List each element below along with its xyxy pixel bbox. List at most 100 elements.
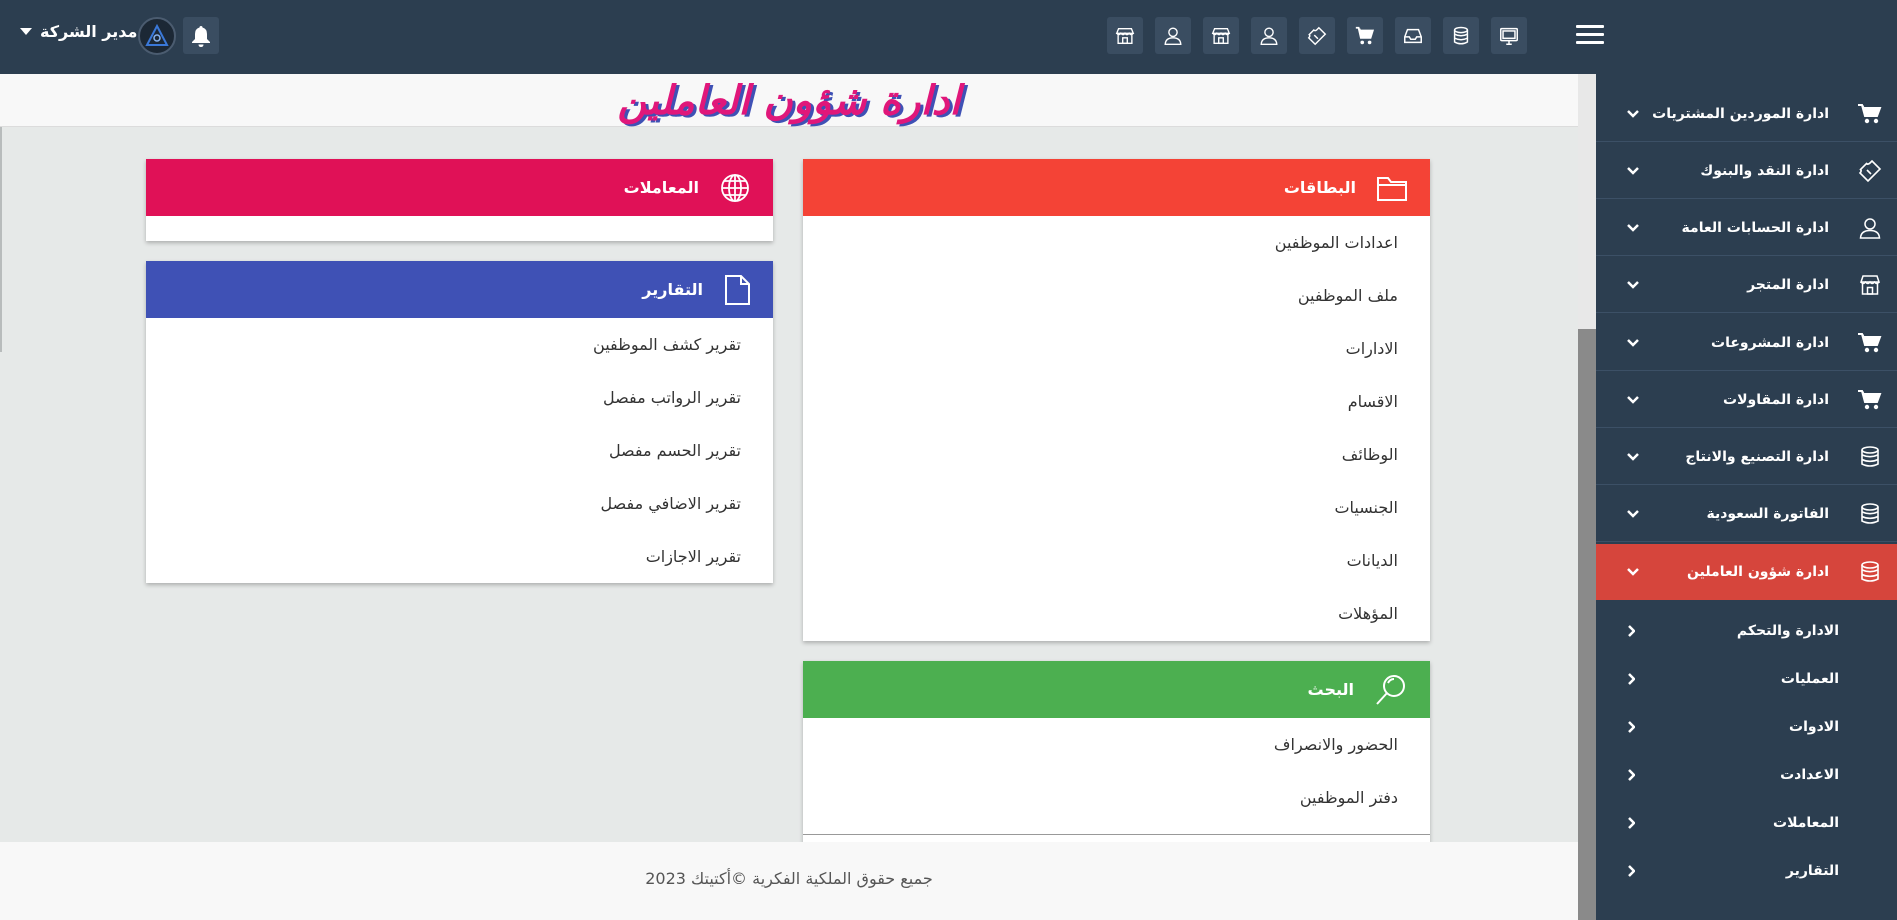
chevron-right-icon <box>1628 625 1635 637</box>
panel-search-title: البحث <box>1307 680 1355 699</box>
panel-search-header: البحث <box>803 661 1430 718</box>
page-title: ادارة شؤون العاملين <box>617 78 961 124</box>
store-icon[interactable] <box>1107 17 1143 54</box>
sidebar-item-label: الفاتورة السعودية <box>1706 506 1829 522</box>
sidebar-subitem-reports[interactable]: التقارير <box>1596 847 1897 895</box>
scrollbar[interactable] <box>1578 74 1596 920</box>
database-icon[interactable] <box>1443 17 1479 54</box>
caret-down-icon <box>20 28 32 35</box>
copyright-text: جميع حقوق الملكية الفكرية ©أكتيتك 2023 <box>645 869 933 888</box>
sidebar-item-label: ادارة المقاولات <box>1723 392 1829 408</box>
list-item[interactable]: تقرير الرواتب مفصل <box>146 371 773 424</box>
sidebar-subitem-settings[interactable]: الاعدادت <box>1596 751 1897 799</box>
sidebar-subitem-label: الاعدادت <box>1780 767 1839 783</box>
scrollbar-thumb[interactable] <box>1578 329 1596 920</box>
sidebar-subitem-operations[interactable]: العمليات <box>1596 655 1897 703</box>
sidebar-item-label: ادارة النقد والبنوك <box>1700 163 1829 179</box>
list-item[interactable]: الحضور والانصراف <box>803 718 1430 771</box>
top-bar: مدير الشركة <box>0 0 1897 74</box>
cart-icon <box>1858 104 1882 124</box>
sidebar: ادارة الموردين المشتريات ادارة النقد وال… <box>1596 74 1897 920</box>
globe-icon <box>721 173 749 202</box>
list-item[interactable]: ملف الموظفين <box>803 269 1430 322</box>
list-item[interactable]: تقرير الاضافي مفصل <box>146 477 773 530</box>
list-item[interactable]: الديانات <box>803 534 1430 587</box>
chevron-right-icon <box>1628 817 1635 829</box>
panel-transactions: المعاملات <box>146 159 773 241</box>
database-icon <box>1861 561 1879 582</box>
sidebar-item-general-accounts[interactable]: ادارة الحسابات العامة <box>1596 200 1897 256</box>
sidebar-subitem-admin-control[interactable]: الادارة والتحكم <box>1596 607 1897 655</box>
sidebar-subitem-transactions[interactable]: المعاملات <box>1596 799 1897 847</box>
panel-reports-title: التقارير <box>642 280 703 299</box>
notifications-bell-icon[interactable] <box>183 17 219 54</box>
sidebar-item-label: ادارة المتجر <box>1747 277 1829 293</box>
chevron-down-icon <box>1627 453 1639 461</box>
chevron-down-icon <box>1627 110 1639 118</box>
user-name: مدير الشركة <box>40 22 138 41</box>
sidebar-item-label: ادارة المشروعات <box>1711 335 1829 351</box>
hamburger-menu-icon[interactable] <box>1576 25 1604 49</box>
list-item[interactable]: الوظائف <box>803 428 1430 481</box>
chevron-down-icon <box>1627 510 1639 518</box>
list-item[interactable]: دفتر الموظفين <box>803 771 1430 824</box>
toolbar-shortcuts <box>1107 17 1527 54</box>
monitor-icon[interactable] <box>1491 17 1527 54</box>
panel-reports: التقارير تقرير كشف الموظفين تقرير الروات… <box>146 261 773 583</box>
sidebar-item-label: ادارة الحسابات العامة <box>1681 220 1829 236</box>
left-edge-divider <box>0 127 2 352</box>
database-icon <box>1861 446 1879 467</box>
sidebar-item-suppliers-purchases[interactable]: ادارة الموردين المشتريات <box>1596 86 1897 142</box>
sidebar-subitem-tools[interactable]: الادوات <box>1596 703 1897 751</box>
sidebar-item-label: ادارة التصنيع والانتاج <box>1685 449 1829 465</box>
chevron-down-icon <box>1627 339 1639 347</box>
chevron-right-icon <box>1628 769 1635 781</box>
user-menu[interactable]: مدير الشركة <box>20 22 137 41</box>
panel-cards-list: اعدادات الموظفين ملف الموظفين الادارات ا… <box>803 216 1430 640</box>
list-item[interactable]: المؤهلات <box>803 587 1430 640</box>
cart-icon[interactable] <box>1347 17 1383 54</box>
sidebar-item-cash-banks[interactable]: ادارة النقد والبنوك <box>1596 143 1897 199</box>
sidebar-item-saudi-invoice[interactable]: الفاتورة السعودية <box>1596 486 1897 542</box>
sidebar-item-manufacturing[interactable]: ادارة التصنيع والانتاج <box>1596 429 1897 485</box>
chevron-down-icon <box>1627 224 1639 232</box>
list-item[interactable]: تقرير الحسم مفصل <box>146 424 773 477</box>
database-icon <box>1861 503 1879 524</box>
panel-reports-header: التقارير <box>146 261 773 318</box>
sidebar-item-label: ادارة شؤون العاملين <box>1687 564 1829 580</box>
store-icon[interactable] <box>1203 17 1239 54</box>
store-icon <box>1859 275 1881 295</box>
folder-icon <box>1377 176 1407 201</box>
sidebar-subitem-label: المعاملات <box>1773 815 1839 831</box>
list-item[interactable]: اعدادات الموظفين <box>803 216 1430 269</box>
list-item[interactable]: الاقسام <box>803 375 1430 428</box>
panel-cards: البطاقات اعدادات الموظفين ملف الموظفين ا… <box>803 159 1430 641</box>
sidebar-subitem-label: الادارة والتحكم <box>1736 623 1839 639</box>
panel-cards-header: البطاقات <box>803 159 1430 216</box>
user-icon[interactable] <box>1251 17 1287 54</box>
sidebar-item-hr-management[interactable]: ادارة شؤون العاملين <box>1596 544 1897 600</box>
list-item[interactable]: الجنسيات <box>803 481 1430 534</box>
panel-cards-title: البطاقات <box>1283 178 1356 197</box>
list-item[interactable]: تقرير الاجازات <box>146 530 773 583</box>
footer: جميع حقوق الملكية الفكرية ©أكتيتك 2023 <box>0 842 1578 920</box>
sidebar-item-store[interactable]: ادارة المتجر <box>1596 257 1897 313</box>
search-icon <box>1376 674 1405 705</box>
chevron-down-icon <box>1627 396 1639 404</box>
cart-icon <box>1858 390 1882 410</box>
avatar[interactable] <box>138 17 176 55</box>
sidebar-item-contracting[interactable]: ادارة المقاولات <box>1596 372 1897 428</box>
ticket-icon <box>1858 159 1882 183</box>
chevron-right-icon <box>1628 721 1635 733</box>
panel-reports-list: تقرير كشف الموظفين تقرير الرواتب مفصل تق… <box>146 318 773 583</box>
list-item[interactable]: تقرير كشف الموظفين <box>146 318 773 371</box>
list-item[interactable]: الادارات <box>803 322 1430 375</box>
cart-icon <box>1858 333 1882 353</box>
ticket-icon[interactable] <box>1299 17 1335 54</box>
panel-transactions-header[interactable]: المعاملات <box>146 159 773 216</box>
inbox-icon[interactable] <box>1395 17 1431 54</box>
user-icon <box>1859 218 1881 239</box>
sidebar-item-label: ادارة الموردين المشتريات <box>1652 106 1829 122</box>
user-icon[interactable] <box>1155 17 1191 54</box>
sidebar-item-projects[interactable]: ادارة المشروعات <box>1596 315 1897 371</box>
